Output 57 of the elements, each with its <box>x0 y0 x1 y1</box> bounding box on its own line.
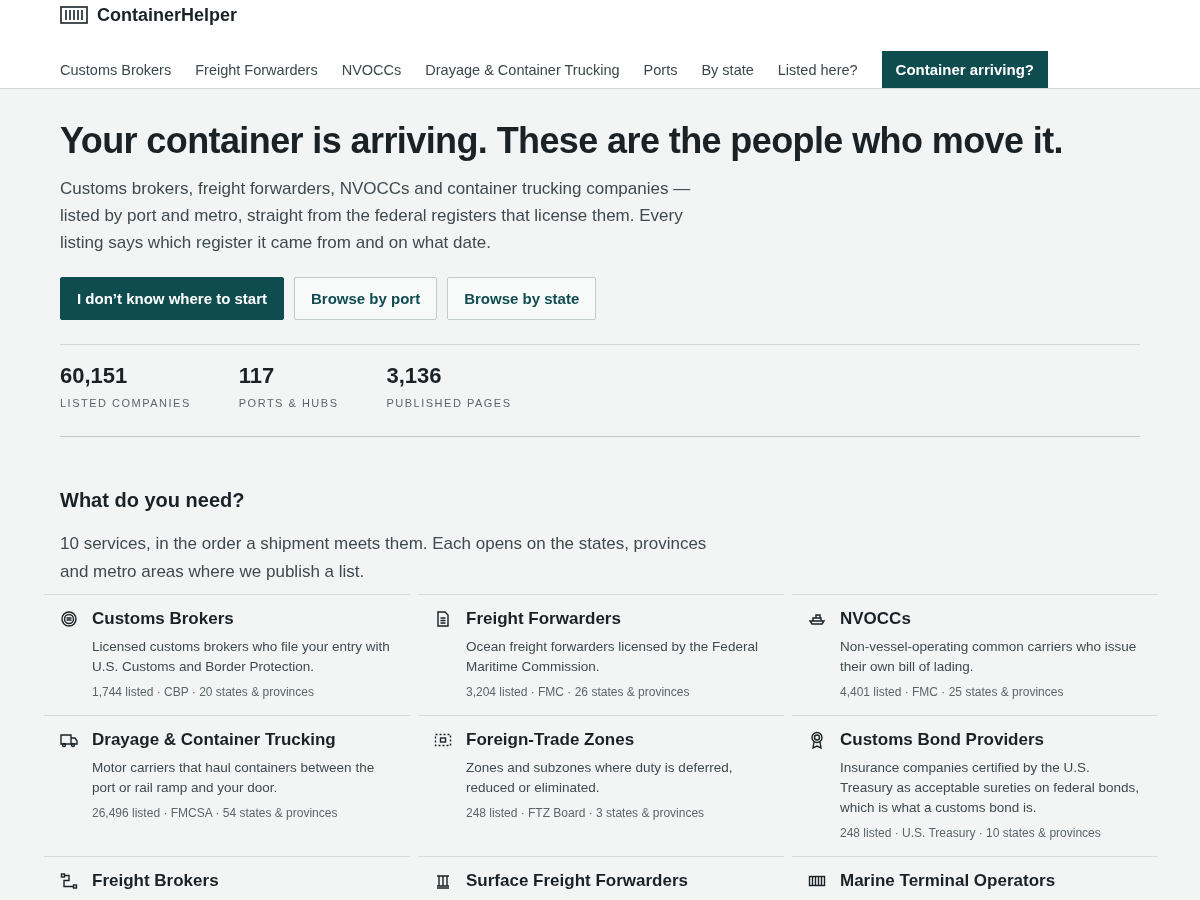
service-title: Freight Brokers <box>92 870 220 891</box>
service-title: Customs Bond Providers <box>840 729 1046 750</box>
route-icon <box>60 871 78 890</box>
brand-name[interactable]: ContainerHelper <box>97 4 238 26</box>
service-card[interactable]: Surface Freight Forwarders <box>418 855 784 900</box>
service-card[interactable]: Freight Brokers <box>44 855 410 900</box>
service-description: Motor carriers that haul containers between the port or rail ramp and your door. <box>92 758 376 797</box>
primary-button[interactable]: I don’t know where to start <box>60 276 284 320</box>
service-meta: 248 listed · U.S. Treasury · 10 states & provinces <box>840 825 1102 840</box>
service-card[interactable]: Drayage & Container Trucking Motor carriers that haul containers between the port or rail ramp and your door. 26,496 listed · FMCSA · 54 states & provinces <box>44 714 410 856</box>
stat-label: LISTED COMPANIES <box>60 396 191 409</box>
nav-cta-button[interactable]: Container arriving? <box>881 51 1048 88</box>
document-icon <box>434 609 452 628</box>
service-card[interactable]: Customs Bond Providers Insurance companies certified by the U.S. Treasury as acceptable sureties on federal bonds, which is what a customs bond is. 248 listed · U.S. Treasury · 10 states & provinces <box>792 714 1158 856</box>
nav-link[interactable]: NVOCCs <box>341 61 402 78</box>
nav-link[interactable]: Freight Forwarders <box>195 61 318 78</box>
service-title: Drayage & Container Trucking <box>92 729 337 750</box>
service-title: Customs Brokers <box>92 608 235 629</box>
section-intro: 10 services, in the order a shipment meets them. Each opens on the states, provinces and metro areas where we publish a list. <box>60 532 708 583</box>
service-description: Licensed customs brokers who file your entry with U.S. Customs and Border Protection. <box>92 637 391 676</box>
nav-link[interactable]: Listed here? <box>777 61 858 78</box>
nav-link[interactable]: Customs Brokers <box>60 61 172 78</box>
nav-link[interactable]: Ports <box>643 61 678 78</box>
nav-link[interactable]: By state <box>701 61 754 78</box>
service-meta: 1,744 listed · CBP · 20 states & provinces <box>92 684 315 699</box>
service-title: Surface Freight Forwarders <box>466 870 689 891</box>
stat-value: 117 <box>238 362 276 389</box>
service-meta: 248 listed · FTZ Board · 3 states & provinces <box>466 805 706 820</box>
hero-lead: Customs brokers, freight forwarders, NVOCCs and container trucking companies — listed by port and metro, straight from the federal registers that license them. Every listing says which register it came from and on what date. <box>60 177 692 254</box>
stat-label: PORTS & HUBS <box>238 396 339 409</box>
badge-icon <box>60 609 78 628</box>
secondary-button[interactable]: Browse by port <box>294 276 438 320</box>
stat-value: 60,151 <box>60 362 129 389</box>
service-card[interactable]: Marine Terminal Operators <box>792 855 1158 900</box>
service-description: Insurance companies certified by the U.S. Treasury as acceptable sureties on federal bonds, which is what a customs bond is. <box>840 758 1140 817</box>
service-title: Marine Terminal Operators <box>840 870 1057 891</box>
container-logo-icon <box>60 5 88 25</box>
stat-label: PUBLISHED PAGES <box>386 396 512 409</box>
service-meta: 3,204 listed · FMC · 26 states & provinces <box>466 684 691 699</box>
service-card[interactable]: Freight Forwarders Ocean freight forwarders licensed by the Federal Maritime Commission. 3,204 listed · FMC · 26 states & provinces <box>418 593 784 715</box>
secondary-button[interactable]: Browse by state <box>447 276 597 320</box>
award-icon <box>808 730 826 749</box>
service-title: NVOCCs <box>840 608 912 629</box>
stat-value: 3,136 <box>386 362 443 389</box>
hero-title: Your container is arriving. These are the people who move it. <box>60 121 1064 161</box>
section-title: What do you need? <box>60 488 246 512</box>
service-card[interactable]: Foreign-Trade Zones Zones and subzones where duty is deferred, reduced or eliminated. 248 listed · FTZ Board · 3 states & provinces <box>418 714 784 856</box>
service-meta: 4,401 listed · FMC · 25 states & provinces <box>840 684 1065 699</box>
service-title: Foreign-Trade Zones <box>466 729 636 750</box>
service-card[interactable]: Customs Brokers Licensed customs brokers who file your entry with U.S. Customs and Border Protection. 1,744 listed · CBP · 20 states & provinces <box>44 593 410 715</box>
service-card[interactable]: NVOCCs Non-vessel-operating common carriers who issue their own bill of lading. 4,401 listed · FMC · 25 states & provinces <box>792 593 1158 715</box>
service-description: Non-vessel-operating common carriers who issue their own bill of lading. <box>840 637 1138 676</box>
service-description: Ocean freight forwarders licensed by the Federal Maritime Commission. <box>466 637 759 676</box>
nav-link[interactable]: Drayage & Container Trucking <box>425 61 620 78</box>
service-description: Zones and subzones where duty is deferred, reduced or eliminated. <box>466 758 734 797</box>
service-title: Freight Forwarders <box>466 608 622 629</box>
service-meta: 26,496 listed · FMCSA · 54 states & provinces <box>92 805 339 820</box>
